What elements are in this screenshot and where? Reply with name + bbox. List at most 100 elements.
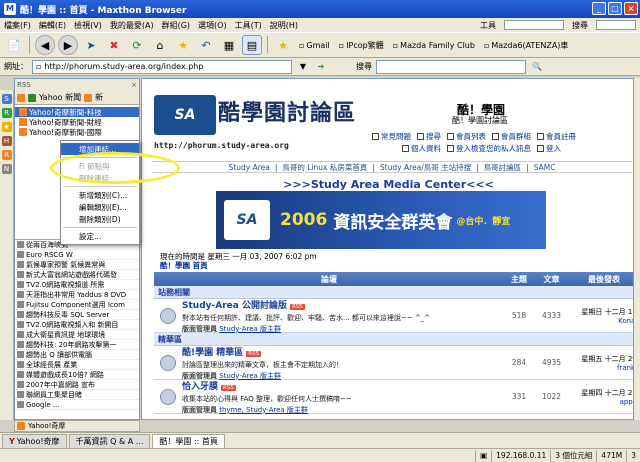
- menu-view[interactable]: 檢視(V): [70, 20, 106, 31]
- search-input[interactable]: [376, 59, 526, 74]
- link-members[interactable]: 會員列表: [447, 131, 486, 142]
- notes-panel-icon[interactable]: N: [1, 164, 12, 174]
- news-item[interactable]: 2007年中嘉網路 宣布: [15, 380, 139, 390]
- menu-groups[interactable]: 群組(G): [158, 20, 194, 31]
- link-faq[interactable]: 常見問題: [372, 131, 411, 142]
- menu-item-edit-category[interactable]: 編輯類別(E)...: [61, 201, 139, 213]
- menu-help[interactable]: 說明(H): [266, 20, 302, 31]
- nav-main-search[interactable]: Study Area/鳥哥 主站持搜: [380, 162, 471, 173]
- event-banner[interactable]: SA 2006 資訊安全群英會 @台中．靜宜: [216, 191, 546, 249]
- news-item[interactable]: 聯網員工集聚目睹: [15, 390, 139, 400]
- search-go-icon[interactable]: 🔍: [530, 60, 544, 74]
- new-page-icon[interactable]: 📄: [4, 35, 24, 55]
- news-item[interactable]: TV2.0網路電視頻道 所需: [15, 280, 139, 290]
- vertical-scrollbar[interactable]: [634, 78, 640, 420]
- nav-vbird[interactable]: 鳥哥的 Linux 私房菜首頁: [282, 162, 367, 173]
- tab-bar: Y Yahoo!奇摩 千萬資訊 Q & A ... 酷！學園 :: 首頁: [0, 432, 640, 448]
- forum-name[interactable]: 酷!學園 精華區: [182, 348, 243, 358]
- last-post-user[interactable]: apple: [620, 398, 633, 406]
- pointer-icon[interactable]: ➤: [81, 35, 101, 55]
- nav-vbird-forum[interactable]: 鳥哥討論區: [484, 162, 522, 173]
- tab-view-icon[interactable]: ▦: [219, 35, 239, 55]
- rss-feed-item[interactable]: Yahoo!奇摩新聞-科技: [15, 107, 139, 117]
- nav-samc[interactable]: SAMC: [534, 163, 556, 172]
- fav-link-mazda-club[interactable]: ▫ Mazda Family Club: [390, 41, 478, 50]
- breadcrumb[interactable]: 酷！學園 首頁: [160, 260, 208, 271]
- rss-badge[interactable]: RSS: [246, 350, 262, 357]
- link-register[interactable]: 會員註冊: [537, 131, 576, 142]
- minimize-button[interactable]: _: [592, 2, 606, 15]
- rss-feed-item[interactable]: Yahoo!奇摩新聞-國際: [15, 127, 139, 137]
- news-item[interactable]: Euro RSCG W: [15, 250, 139, 260]
- link-profile[interactable]: 個人資料: [402, 143, 441, 154]
- news-item[interactable]: TV2.0網路電視頻入和 新開目: [15, 320, 139, 330]
- rss-badge[interactable]: RSS: [221, 384, 236, 391]
- menu-tools[interactable]: 工具(T): [231, 20, 266, 31]
- site-logo[interactable]: SA: [154, 95, 216, 135]
- rss-panel-icon[interactable]: R: [1, 150, 12, 160]
- news-item[interactable]: 氣候專家預警 氣候異常與: [15, 260, 139, 270]
- news-item[interactable]: 趨勢科技: 20年網路攻擊第一: [15, 340, 139, 350]
- fav-link-ipcop[interactable]: ▫ IPcop繁體: [336, 40, 387, 51]
- news-item[interactable]: 全球經長展 產業: [15, 360, 139, 370]
- url-input[interactable]: ▫ http://phorum.study-area.org/index.php: [32, 59, 292, 74]
- media-center-link[interactable]: >>>Study Area Media Center<<<: [142, 178, 633, 191]
- rss-feed-item[interactable]: Yahoo!奇摩新聞-財經: [15, 117, 139, 127]
- close-icon[interactable]: ×: [131, 81, 137, 89]
- tools-field[interactable]: [504, 20, 564, 30]
- menu-file[interactable]: 檔案(F): [0, 20, 35, 31]
- last-post-user[interactable]: Konas: [618, 317, 633, 325]
- link-search[interactable]: 搜尋: [417, 131, 441, 142]
- history-panel-icon[interactable]: H: [1, 136, 12, 146]
- favorites-folder-icon[interactable]: ★: [273, 35, 293, 55]
- forum-name[interactable]: Study-Area 公開討論版: [182, 301, 287, 311]
- stop-icon[interactable]: ✖: [104, 35, 124, 55]
- menu-item-settings[interactable]: 設定...: [61, 230, 139, 242]
- news-item[interactable]: Fujitsu Component選用 Icom: [15, 300, 139, 310]
- news-item[interactable]: 新式大富翁網站遊戲將代碼發: [15, 270, 139, 280]
- sidebar-icon[interactable]: ▤: [242, 35, 262, 55]
- search-panel-icon[interactable]: S: [1, 94, 12, 104]
- news-item[interactable]: 媒體遊戲成長10倍? 網路: [15, 370, 139, 380]
- forward-icon[interactable]: ▶: [58, 35, 78, 55]
- close-button[interactable]: ×: [624, 2, 638, 15]
- back-icon[interactable]: ◀: [35, 35, 55, 55]
- news-item[interactable]: 趨勢科技反毒 SQL Server: [15, 310, 139, 320]
- add-feed-icon[interactable]: [28, 93, 36, 102]
- refresh-icon[interactable]: ⟳: [127, 35, 147, 55]
- go-icon[interactable]: ▼: [296, 60, 310, 74]
- last-post-user[interactable]: franky: [617, 364, 633, 372]
- news-item[interactable]: 趨勢出 Q 讀部供電腦: [15, 350, 139, 360]
- tab-study-area[interactable]: 酷！學園 :: 首頁: [152, 434, 225, 448]
- menu-favorites[interactable]: 我的最愛(A): [106, 20, 158, 31]
- fav-link-mazda6[interactable]: ▫ Mazda6(ATENZA)車: [481, 40, 571, 51]
- home-icon[interactable]: ⌂: [150, 35, 170, 55]
- link-messages[interactable]: 登入檢查您的私人訊息: [447, 143, 531, 154]
- news-item[interactable]: Google ...: [15, 400, 139, 410]
- nav-study-area[interactable]: Study Area: [229, 163, 270, 172]
- go-arrow-icon[interactable]: ➜: [314, 60, 328, 74]
- tab-qa[interactable]: 千萬資訊 Q & A ...: [68, 434, 151, 448]
- news-item[interactable]: 天涯指出非常用 Yaddus 8 DVD: [15, 290, 139, 300]
- search-field[interactable]: [596, 20, 636, 30]
- link-login[interactable]: 登入: [537, 143, 561, 154]
- favorites-panel-icon[interactable]: ★: [1, 122, 12, 132]
- moderator-link[interactable]: thyme, Study-Area 版主群: [219, 406, 308, 414]
- tab-yahoo[interactable]: Y Yahoo!奇摩: [2, 434, 67, 448]
- rss-badge[interactable]: RSS: [289, 303, 305, 310]
- rss-tab-new[interactable]: 新: [95, 92, 103, 103]
- news-item[interactable]: 成大衛星資訊提 地球環境: [15, 330, 139, 340]
- moderator-link[interactable]: Study-Area 版主群: [219, 325, 281, 333]
- favorites-star-icon[interactable]: ★: [173, 35, 193, 55]
- maximize-button[interactable]: □: [608, 2, 622, 15]
- menu-options[interactable]: 選項(O): [194, 20, 231, 31]
- rss-tab-yahoo[interactable]: Yahoo 新聞: [39, 92, 81, 103]
- forum-name[interactable]: 恰入牙膜: [182, 382, 218, 392]
- refresh-panel-icon[interactable]: R: [1, 108, 12, 118]
- link-groups[interactable]: 會員群組: [492, 131, 531, 142]
- undo-icon[interactable]: ↶: [196, 35, 216, 55]
- menu-item-delete-category[interactable]: 刪除類別(D): [61, 213, 139, 225]
- fav-link-gmail[interactable]: ▫ Gmail: [296, 41, 333, 50]
- menu-item-new-category[interactable]: 新增類別(C)...: [61, 189, 139, 201]
- menu-edit[interactable]: 編輯(E): [35, 20, 70, 31]
